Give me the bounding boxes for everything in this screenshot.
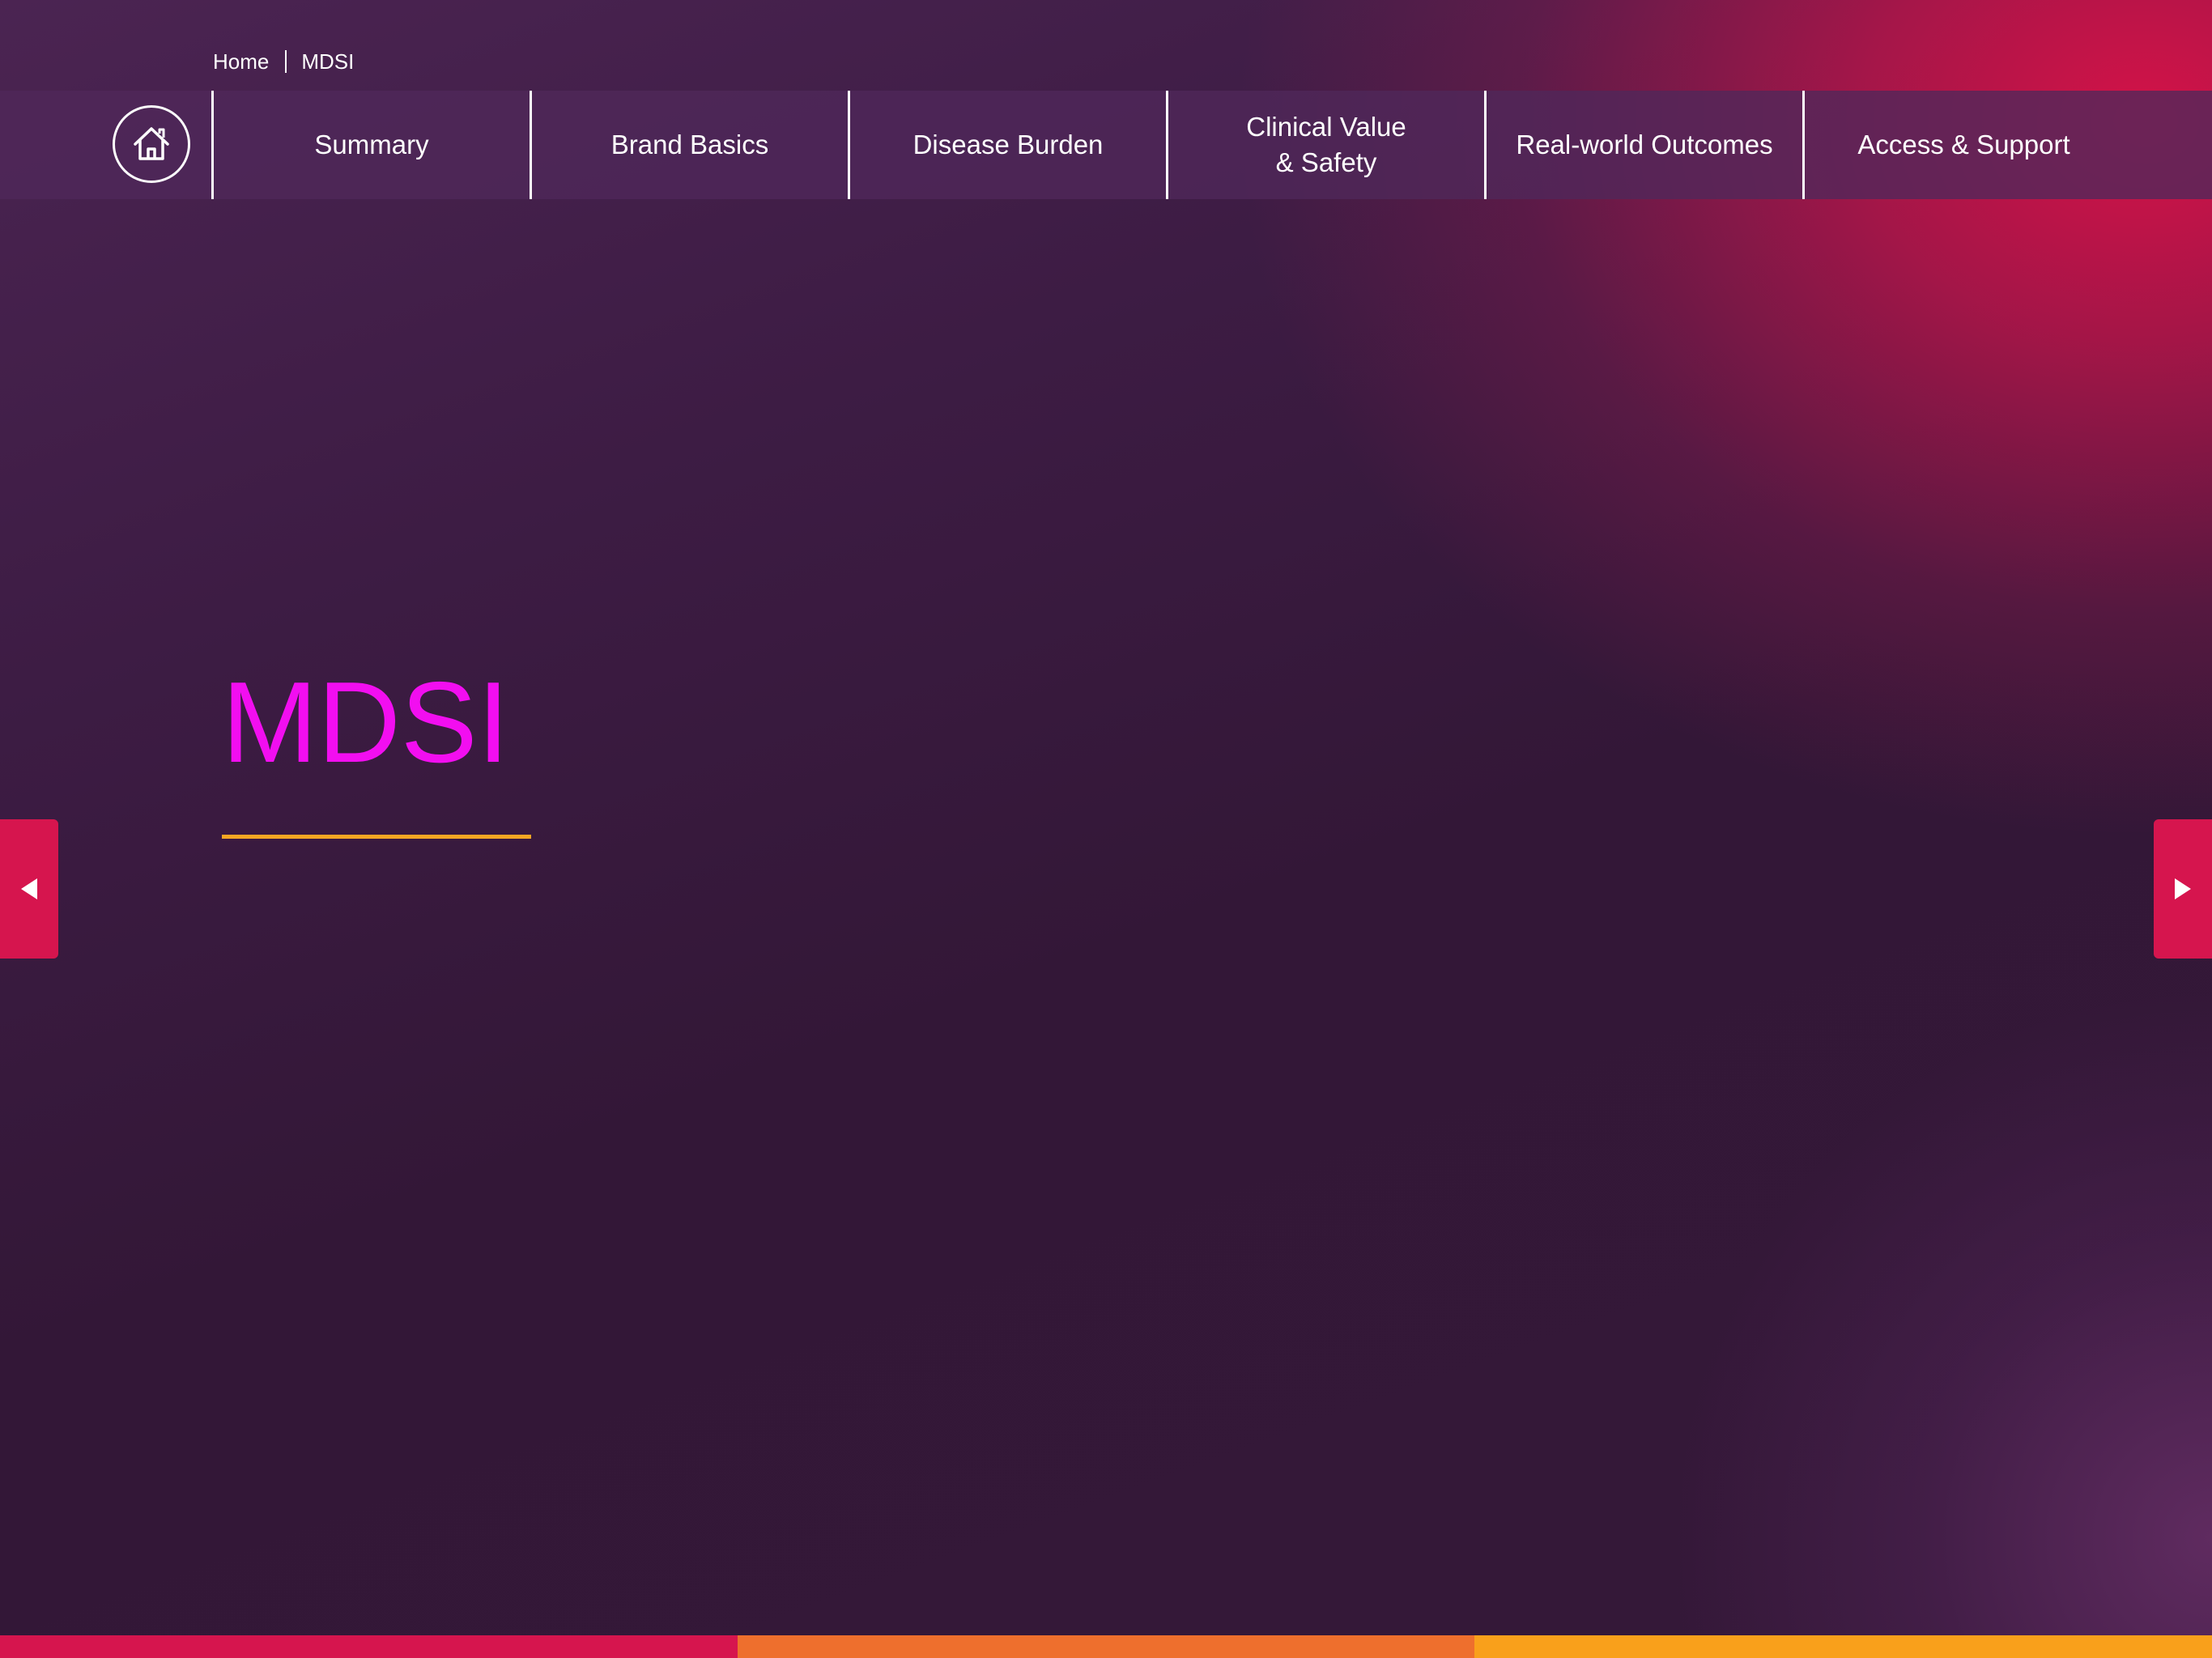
nav-home-cell: [0, 91, 214, 199]
footer-segment-red: [0, 1635, 738, 1658]
title-underline: [222, 835, 531, 839]
footer-segment-yellow: [1474, 1635, 2212, 1658]
home-button[interactable]: [113, 105, 190, 183]
footer-color-bar: [0, 1635, 2212, 1658]
page-title: MDSI: [222, 658, 509, 787]
main-navigation: Summary Brand Basics Disease Burden Clin…: [0, 91, 2212, 199]
home-icon: [134, 127, 169, 160]
previous-page-button[interactable]: [0, 819, 58, 959]
nav-item-summary[interactable]: Summary: [214, 91, 532, 199]
next-page-button[interactable]: [2154, 819, 2212, 959]
breadcrumb-separator: [285, 50, 287, 73]
nav-item-real-world-outcomes[interactable]: Real-world Outcomes: [1487, 91, 1805, 199]
triangle-right-icon: [2175, 878, 2191, 899]
nav-item-disease-burden[interactable]: Disease Burden: [850, 91, 1168, 199]
nav-item-access-support[interactable]: Access & Support: [1805, 91, 2123, 199]
breadcrumb-home-link[interactable]: Home: [213, 49, 269, 74]
breadcrumb: Home MDSI: [213, 47, 354, 76]
breadcrumb-current: MDSI: [301, 49, 355, 74]
nav-item-clinical-value-safety[interactable]: Clinical Value & Safety: [1168, 91, 1487, 199]
footer-segment-orange: [737, 1635, 1475, 1658]
nav-item-brand-basics[interactable]: Brand Basics: [532, 91, 850, 199]
triangle-left-icon: [21, 878, 37, 899]
background-gradient: [0, 0, 2212, 1658]
